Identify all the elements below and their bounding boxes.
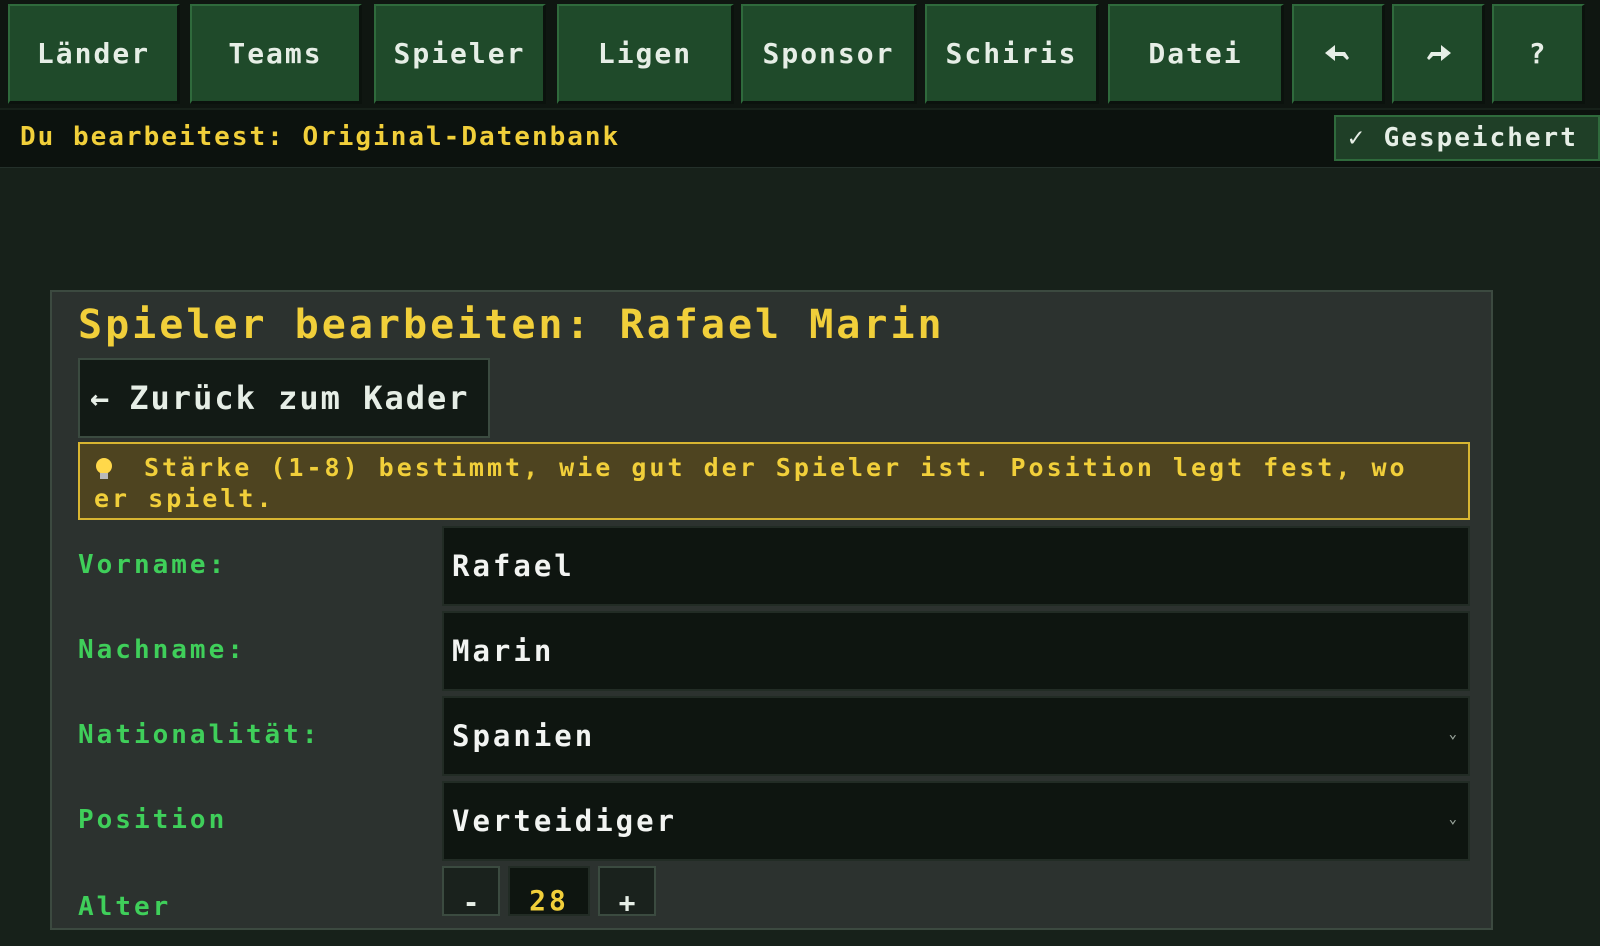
nav-laender-button[interactable]: Länder (8, 4, 180, 104)
nav-spieler-button[interactable]: Spieler (374, 4, 546, 104)
nav-sponsor-button[interactable]: Sponsor (741, 4, 917, 104)
age-decrement-button[interactable]: - (442, 866, 500, 919)
hint-text: Stärke (1-8) bestimmt, wie gut der Spiel… (94, 453, 1408, 513)
arrow-left-icon: ← (90, 379, 112, 417)
alter-label: Alter (78, 892, 172, 922)
saved-label: Gespeichert (1383, 123, 1578, 153)
vorname-label: Vorname: (78, 550, 228, 580)
nachname-field[interactable]: Marin (442, 611, 1470, 691)
page-title: Spieler bearbeiten: Rafael Marin (78, 302, 945, 348)
nationalitaet-select[interactable]: Spanien ⌄ (442, 696, 1470, 776)
redo-button[interactable] (1392, 4, 1485, 104)
check-icon: ✓ (1348, 123, 1366, 153)
player-editor-panel: Spieler bearbeiten: Rafael Marin ← Zurüc… (50, 290, 1493, 930)
chevron-down-icon: ⌄ (1448, 811, 1460, 827)
saved-badge: ✓ Gespeichert (1334, 115, 1600, 161)
editing-status: Du bearbeitest: Original-Datenbank (20, 122, 621, 152)
top-navigation: Länder Teams Spieler Ligen Sponsor Schir… (0, 0, 1600, 108)
nav-schiris-button[interactable]: Schiris (925, 4, 1099, 104)
nationalitaet-row: Nationalität: Spanien ⌄ (78, 696, 1470, 776)
vorname-field[interactable]: Rafael (442, 526, 1470, 606)
position-row: Position Verteidiger ⌄ (78, 781, 1470, 861)
undo-icon (1325, 44, 1349, 61)
back-to-squad-button[interactable]: ← Zurück zum Kader (78, 358, 490, 438)
hint-box: Stärke (1-8) bestimmt, wie gut der Spiel… (78, 442, 1470, 520)
alter-row: Alter - 28 + (78, 866, 1470, 946)
position-label: Position (78, 805, 228, 835)
nav-teams-button[interactable]: Teams (190, 4, 362, 104)
help-button[interactable]: ? (1492, 4, 1585, 104)
age-value[interactable]: 28 (508, 866, 590, 917)
redo-icon (1427, 44, 1451, 61)
position-select[interactable]: Verteidiger ⌄ (442, 781, 1470, 861)
back-label: Zurück zum Kader (129, 379, 470, 417)
nav-ligen-button[interactable]: Ligen (557, 4, 734, 104)
age-increment-button[interactable]: + (598, 866, 656, 919)
chevron-down-icon: ⌄ (1448, 726, 1460, 742)
lightbulb-icon (94, 458, 114, 480)
nav-datei-button[interactable]: Datei (1108, 4, 1284, 104)
undo-button[interactable] (1292, 4, 1385, 104)
nachname-label: Nachname: (78, 635, 246, 665)
vorname-row: Vorname: Rafael (78, 526, 1470, 606)
nationalitaet-value: Spanien (452, 719, 596, 753)
position-value: Verteidiger (452, 804, 678, 838)
nationalitaet-label: Nationalität: (78, 720, 321, 750)
nachname-row: Nachname: Marin (78, 611, 1470, 691)
